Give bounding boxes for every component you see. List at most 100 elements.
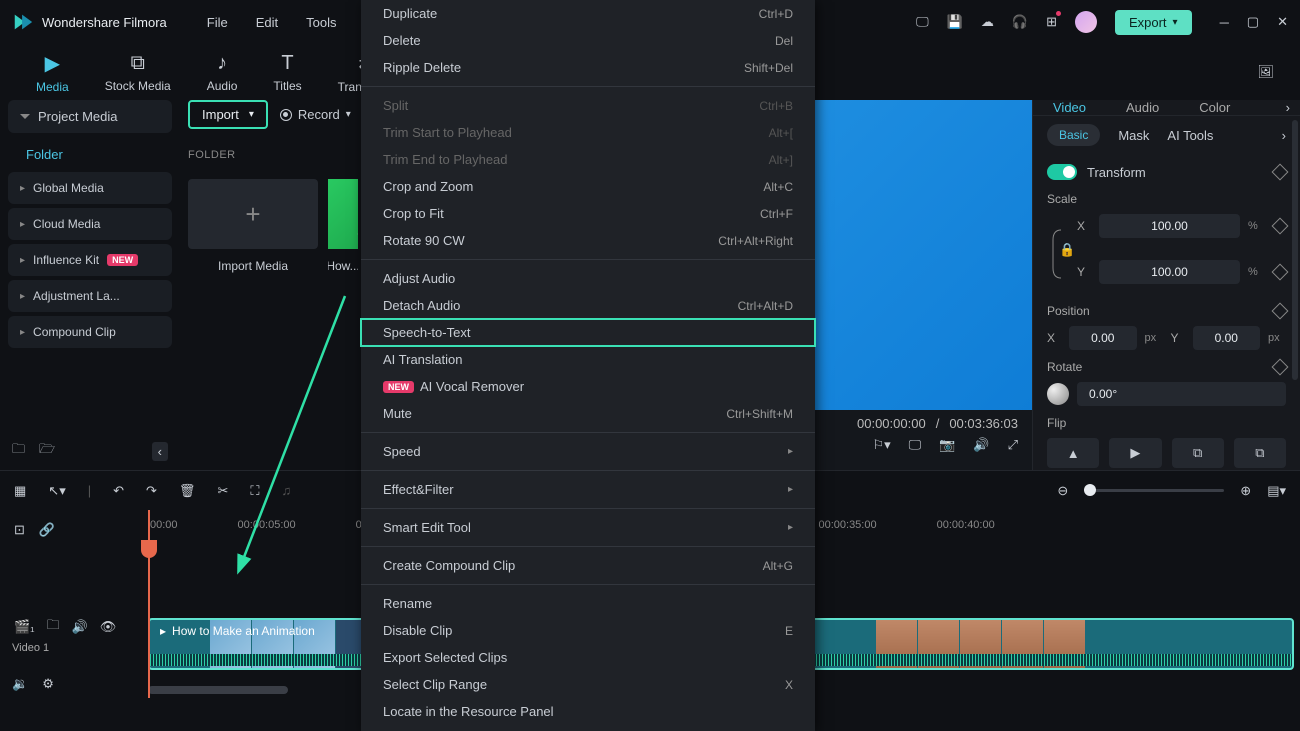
ctx-item-select-clip-range[interactable]: Select Clip RangeX — [361, 671, 815, 698]
export-button[interactable]: Export▾ — [1115, 10, 1192, 35]
music-icon[interactable]: ♫ — [281, 483, 291, 498]
track-settings-icon[interactable]: ⚙ — [42, 676, 54, 692]
video-track-icon[interactable]: 🎬₁ — [14, 619, 35, 635]
mute-track-icon[interactable]: 🔊 — [72, 619, 88, 635]
tab-stock-media[interactable]: ⧉Stock Media — [87, 52, 189, 93]
sidebar-item-compound[interactable]: Compound Clip — [8, 316, 172, 348]
prop-tab-video[interactable]: Video — [1033, 100, 1106, 115]
tab-titles[interactable]: TTitles — [255, 52, 319, 93]
keyframe-diamond-icon[interactable] — [1272, 303, 1289, 320]
menu-tools[interactable]: Tools — [306, 15, 336, 30]
zoom-slider[interactable] — [1084, 489, 1224, 492]
subtab-aitools[interactable]: AI Tools — [1167, 128, 1213, 143]
prop-tab-color[interactable]: Color — [1179, 100, 1250, 115]
lock-icon[interactable]: 🔒 — [1059, 242, 1075, 257]
scroll-right-icon[interactable]: › — [1276, 100, 1300, 115]
ctx-item-rotate-90-cw[interactable]: Rotate 90 CWCtrl+Alt+Right — [361, 227, 815, 254]
horizontal-scrollbar[interactable] — [148, 686, 288, 694]
ctx-item-smart-edit-tool[interactable]: Smart Edit Tool — [361, 514, 815, 541]
scale-y-input[interactable]: 100.00 — [1099, 260, 1240, 284]
cursor-icon[interactable]: ↖▾ — [48, 483, 65, 499]
display-mode-icon[interactable]: 🖼 — [1257, 64, 1274, 80]
record-button[interactable]: Record▾ — [280, 107, 351, 122]
menu-file[interactable]: File — [207, 15, 228, 30]
scrollbar[interactable] — [1292, 120, 1298, 380]
lock-track-icon[interactable]: 🗀 — [47, 616, 60, 638]
subtab-basic[interactable]: Basic — [1047, 124, 1100, 146]
close-icon[interactable]: ✕ — [1277, 14, 1288, 30]
maximize-icon[interactable]: ▢ — [1247, 14, 1259, 30]
prop-tab-audio[interactable]: Audio — [1106, 100, 1179, 115]
transform-toggle[interactable] — [1047, 164, 1077, 180]
crop-icon[interactable]: ⛶ — [250, 483, 259, 499]
import-button[interactable]: Import▾ — [188, 100, 268, 129]
ctx-item-adjust-audio[interactable]: Adjust Audio — [361, 265, 815, 292]
keyframe-diamond-icon[interactable] — [1272, 218, 1289, 235]
ctx-item-effect-filter[interactable]: Effect&Filter — [361, 476, 815, 503]
ctx-item-crop-and-zoom[interactable]: Crop and ZoomAlt+C — [361, 173, 815, 200]
redo-icon[interactable]: ↷ — [146, 483, 157, 499]
ctx-item-locate-in-the-resource-panel[interactable]: Locate in the Resource Panel — [361, 698, 815, 725]
ctx-item-create-compound-clip[interactable]: Create Compound ClipAlt+G — [361, 552, 815, 579]
hide-track-icon[interactable]: 👁 — [100, 619, 117, 635]
ctx-item-delete[interactable]: DeleteDel — [361, 27, 815, 54]
menu-edit[interactable]: Edit — [256, 15, 278, 30]
ctx-item-speech-to-text[interactable]: Speech-to-Text — [361, 319, 815, 346]
rotate-dial-icon[interactable] — [1047, 383, 1069, 405]
flip-copy-v-button[interactable]: ⧉ — [1234, 438, 1286, 468]
screen-icon[interactable]: 🖵 — [916, 14, 929, 30]
keyframe-diamond-icon[interactable] — [1272, 264, 1289, 281]
ctx-item-duplicate[interactable]: DuplicateCtrl+D — [361, 0, 815, 27]
folder-link[interactable]: Folder — [8, 137, 172, 172]
fullscreen-icon[interactable]: ⤢ — [1008, 437, 1018, 453]
monitor-icon[interactable]: 🖵 — [909, 437, 922, 453]
undo-icon[interactable]: ↶ — [113, 483, 124, 499]
ctx-item-disable-clip[interactable]: Disable ClipE — [361, 617, 815, 644]
playhead[interactable] — [148, 510, 150, 698]
link-icon[interactable]: 🔗 — [39, 522, 55, 538]
zoom-in-icon[interactable]: ⊕ — [1240, 483, 1251, 499]
ctx-item-rename[interactable]: Rename — [361, 590, 815, 617]
ctx-item-ai-vocal-remover[interactable]: NEWAI Vocal Remover — [361, 373, 815, 400]
pos-y-input[interactable]: 0.00 — [1193, 326, 1261, 350]
sidebar-item-global[interactable]: Global Media — [8, 172, 172, 204]
layout-icon[interactable]: ▦ — [14, 483, 26, 499]
keyframe-diamond-icon[interactable] — [1272, 164, 1289, 181]
ctx-item-ai-translation[interactable]: AI Translation — [361, 346, 815, 373]
new-folder-icon[interactable]: 🗀 — [12, 440, 25, 462]
folder-copy-icon[interactable]: 🗁 — [39, 440, 55, 462]
scale-x-input[interactable]: 100.00 — [1099, 214, 1240, 238]
ctx-item-mute[interactable]: MuteCtrl+Shift+M — [361, 400, 815, 427]
ctx-item-detach-audio[interactable]: Detach AudioCtrl+Alt+D — [361, 292, 815, 319]
headset-icon[interactable]: 🎧 — [1012, 14, 1028, 30]
save-icon[interactable]: 💾 — [947, 14, 963, 30]
ctx-item-speed[interactable]: Speed — [361, 438, 815, 465]
marker-icon[interactable]: ⚐▾ — [872, 437, 890, 453]
rotate-input[interactable]: 0.00° — [1077, 382, 1286, 406]
sidebar-item-influence[interactable]: Influence KitNEW — [8, 244, 172, 276]
collapse-sidebar-icon[interactable]: ‹ — [152, 442, 168, 461]
apps-icon[interactable]: ⊞ — [1046, 14, 1057, 30]
minimize-icon[interactable]: ─ — [1220, 15, 1229, 30]
avatar-icon[interactable] — [1075, 11, 1097, 33]
pos-x-input[interactable]: 0.00 — [1069, 326, 1137, 350]
sidebar-item-cloud[interactable]: Cloud Media — [8, 208, 172, 240]
timeline-settings-icon[interactable]: ⊡ — [14, 522, 25, 538]
media-clip-thumb[interactable]: How... — [328, 179, 358, 273]
cloud-icon[interactable]: ☁ — [981, 14, 994, 30]
delete-icon[interactable]: 🗑 — [179, 483, 196, 499]
snapshot-icon[interactable]: 📷 — [939, 437, 955, 453]
flip-copy-h-button[interactable]: ⧉ — [1172, 438, 1224, 468]
ctx-item-export-selected-clips[interactable]: Export Selected Clips — [361, 644, 815, 671]
project-media-header[interactable]: Project Media — [8, 100, 172, 133]
sidebar-item-adjustment[interactable]: Adjustment La... — [8, 280, 172, 312]
tab-audio[interactable]: ♪Audio — [189, 52, 256, 93]
ctx-item-crop-to-fit[interactable]: Crop to FitCtrl+F — [361, 200, 815, 227]
view-grid-icon[interactable]: ▤▾ — [1267, 483, 1286, 499]
cut-icon[interactable]: ✂ — [217, 483, 228, 499]
subtab-mask[interactable]: Mask — [1118, 128, 1149, 143]
flip-vertical-button[interactable]: ▶ — [1109, 438, 1161, 468]
flip-horizontal-button[interactable]: ▲ — [1047, 438, 1099, 468]
keyframe-diamond-icon[interactable] — [1272, 359, 1289, 376]
scroll-right-icon[interactable]: › — [1282, 128, 1286, 143]
